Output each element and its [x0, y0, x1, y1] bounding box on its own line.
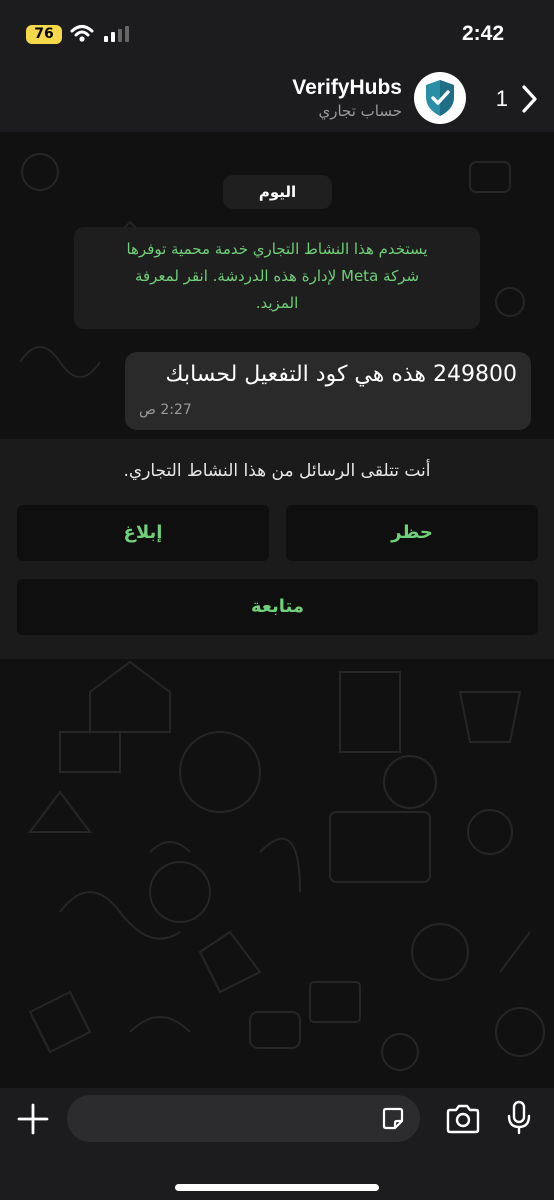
microphone-icon[interactable]	[506, 1100, 532, 1136]
report-button[interactable]: إبلاغ	[17, 505, 269, 561]
status-bar: 76 2:42	[0, 0, 554, 68]
sticker-icon[interactable]	[380, 1106, 406, 1132]
encryption-notice[interactable]: يستخدم هذا النشاط التجاري خدمة محمية توف…	[74, 227, 480, 329]
date-separator: اليوم	[223, 175, 332, 209]
status-time: 2:42	[461, 22, 504, 45]
message-time: 2:27 ص	[139, 402, 192, 418]
message-composer	[0, 1088, 554, 1200]
block-button[interactable]: حظر	[286, 505, 538, 561]
message-text: 249800 هذه هي كود التفعيل لحسابك	[165, 362, 517, 387]
notice-line: شركة Meta لإدارة هذه الدردشة. انقر لمعرف…	[134, 267, 420, 285]
notice-line: يستخدم هذا النشاط التجاري خدمة محمية توف…	[126, 240, 428, 258]
avatar[interactable]	[414, 72, 466, 124]
incoming-message[interactable]: 249800 هذه هي كود التفعيل لحسابك 2:27 ص	[125, 352, 531, 430]
contact-subtitle: حساب تجاري	[318, 102, 402, 120]
continue-button[interactable]: متابعة	[17, 579, 538, 635]
camera-icon[interactable]	[445, 1104, 481, 1134]
battery-indicator: 76	[26, 25, 62, 44]
wifi-icon	[70, 25, 94, 42]
business-action-panel: أنت تتلقى الرسائل من هذا النشاط التجاري.…	[0, 439, 554, 659]
chevron-right-icon[interactable]	[520, 84, 540, 114]
contact-name[interactable]: VerifyHubs	[292, 76, 402, 100]
plus-icon[interactable]	[16, 1102, 50, 1136]
chat-area[interactable]: اليوم يستخدم هذا النشاط التجاري خدمة محم…	[0, 132, 554, 1088]
message-input[interactable]	[67, 1095, 420, 1142]
chat-header: 1 VerifyHubs حساب تجاري	[0, 68, 554, 132]
shield-check-icon	[426, 80, 454, 116]
notice-line: المزيد.	[255, 294, 299, 312]
unread-count[interactable]: 1	[496, 86, 508, 112]
business-panel-text: أنت تتلقى الرسائل من هذا النشاط التجاري.	[123, 461, 431, 481]
home-indicator	[175, 1184, 379, 1191]
signal-icon	[104, 26, 129, 42]
